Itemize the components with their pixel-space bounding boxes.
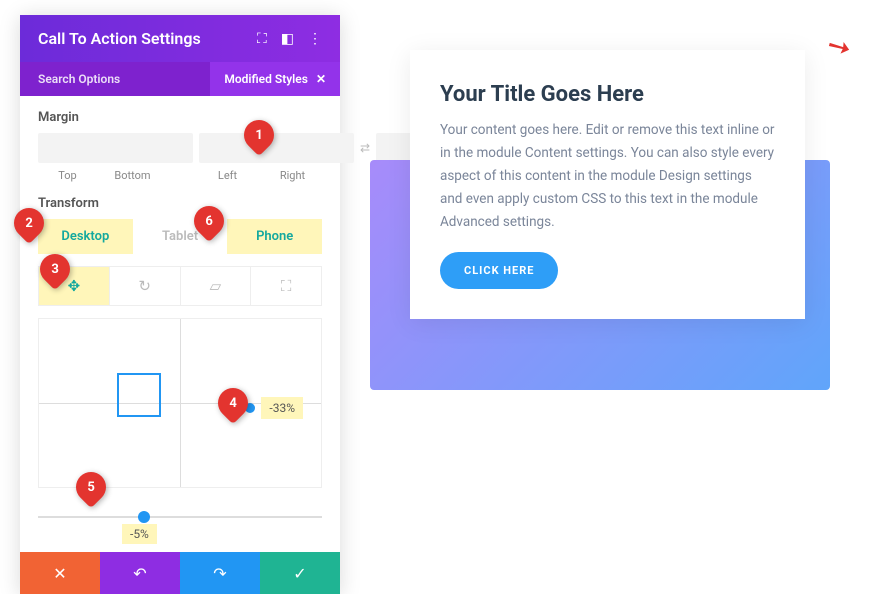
header-icons: ⛶ ◧ ⋮	[257, 31, 322, 47]
margin-bottom-label: Bottom	[103, 169, 162, 182]
panel-title: Call To Action Settings	[38, 29, 201, 48]
close-icon[interactable]: ✕	[316, 72, 326, 86]
y-slider[interactable]: -5%	[38, 498, 322, 538]
modified-styles-tab[interactable]: Modified Styles ✕	[210, 62, 340, 96]
cta-button[interactable]: CLICK HERE	[440, 252, 558, 289]
arrow-annotation: ➘	[820, 26, 857, 66]
margin-top-input[interactable]	[38, 133, 193, 163]
cta-body[interactable]: Your content goes here. Edit or remove t…	[440, 119, 775, 234]
margin-bottom-input[interactable]	[199, 133, 354, 163]
cancel-button[interactable]: ✕	[20, 552, 100, 594]
device-tabs: Desktop Tablet Phone	[38, 219, 322, 254]
panel-body: Margin ⇄ Top Bottom Left Right Transform…	[20, 96, 340, 552]
save-button[interactable]: ✓	[260, 552, 340, 594]
y-value[interactable]: -5%	[122, 524, 157, 544]
skew-tool-icon[interactable]: ▱	[181, 267, 252, 305]
rotate-tool-icon[interactable]: ↻	[110, 267, 181, 305]
search-options[interactable]: Search Options	[20, 62, 210, 96]
tab-desktop[interactable]: Desktop	[38, 219, 133, 254]
margin-sublabels: Top Bottom Left Right	[38, 169, 322, 182]
expand-icon[interactable]: ⛶	[257, 31, 267, 47]
transform-tools: ✥ ↻ ▱ ⛶	[38, 266, 322, 306]
tab-phone[interactable]: Phone	[227, 219, 322, 254]
cta-title[interactable]: Your Title Goes Here	[440, 82, 775, 107]
cta-module: Your Title Goes Here Your content goes h…	[410, 50, 805, 319]
transform-label: Transform	[38, 196, 322, 211]
scale-tool-icon[interactable]: ⛶	[251, 267, 321, 305]
modified-styles-label: Modified Styles	[224, 72, 308, 86]
panel-header: Call To Action Settings ⛶ ◧ ⋮	[20, 15, 340, 62]
panel-footer: ✕ ↶ ↷ ✓	[20, 552, 340, 594]
layout-icon[interactable]: ◧	[281, 31, 294, 47]
link-icon[interactable]: ⇄	[360, 141, 370, 155]
transform-canvas[interactable]: -33%	[38, 318, 322, 488]
settings-panel: Call To Action Settings ⛶ ◧ ⋮ Search Opt…	[20, 15, 340, 594]
margin-inputs: ⇄	[38, 133, 322, 163]
panel-subheader: Search Options Modified Styles ✕	[20, 62, 340, 96]
x-value[interactable]: -33%	[261, 397, 303, 419]
y-slider-dot[interactable]	[138, 511, 150, 523]
transform-handle[interactable]	[117, 373, 161, 417]
undo-button[interactable]: ↶	[100, 552, 180, 594]
menu-icon[interactable]: ⋮	[308, 31, 322, 47]
margin-right-label: Right	[263, 169, 322, 182]
redo-button[interactable]: ↷	[180, 552, 260, 594]
margin-label: Margin	[38, 110, 322, 125]
margin-top-label: Top	[38, 169, 97, 182]
slider-track	[38, 516, 322, 518]
margin-left-label: Left	[198, 169, 257, 182]
